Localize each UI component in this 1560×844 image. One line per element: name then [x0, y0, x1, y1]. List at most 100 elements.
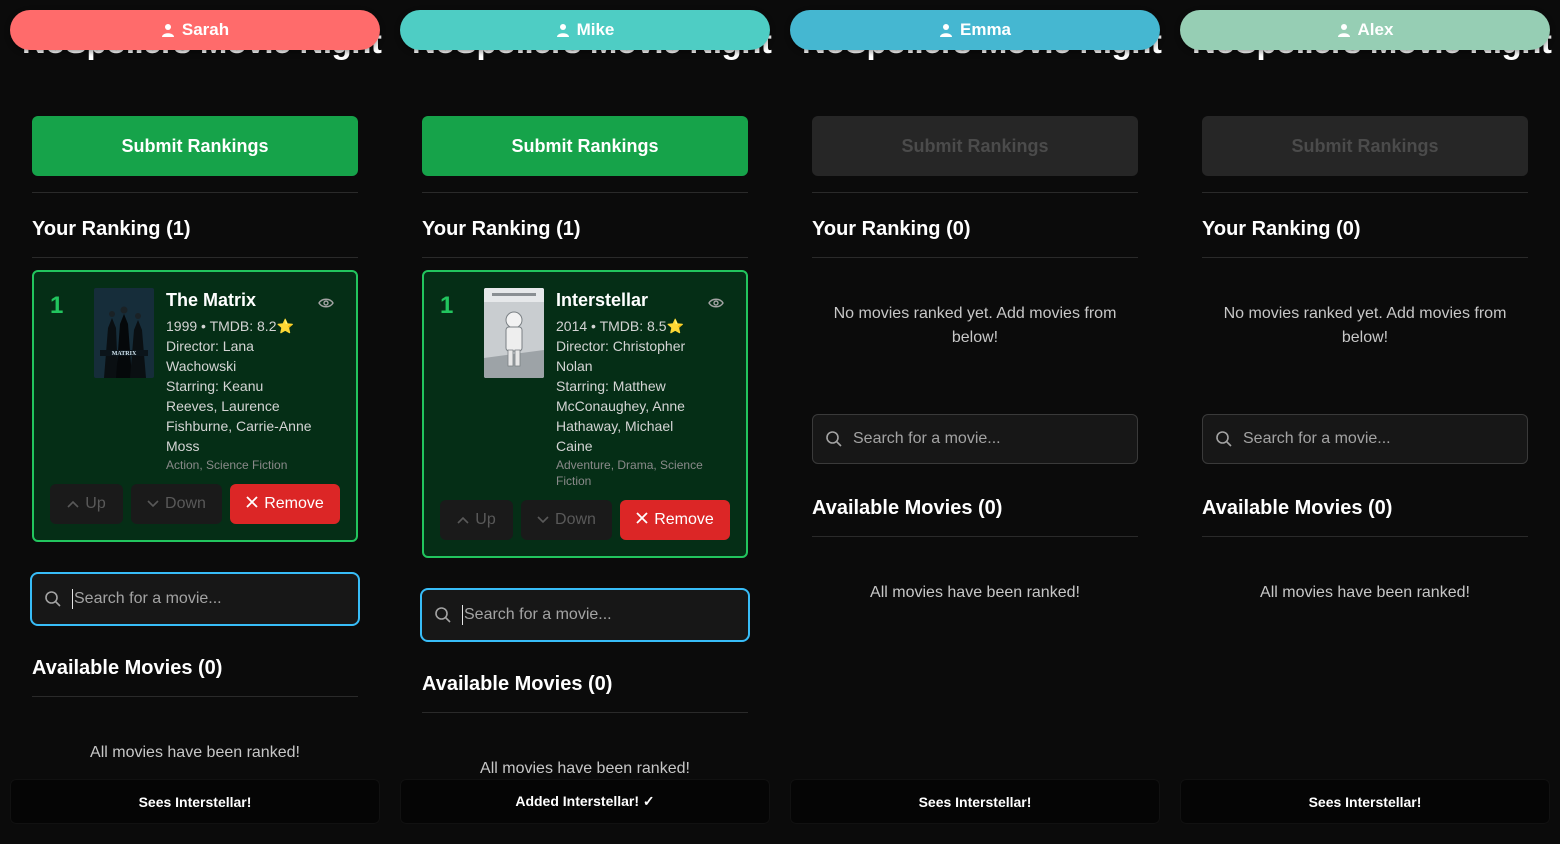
divider: [32, 192, 358, 193]
close-icon: [246, 495, 258, 513]
divider: [1202, 192, 1528, 193]
user-panel-mike: NoSpoilers Movie Night Mike Submit Ranki…: [390, 0, 780, 844]
chevron-up-icon: [457, 511, 469, 529]
submit-rankings-button[interactable]: Submit Rankings: [812, 116, 1138, 176]
remove-button[interactable]: Remove: [620, 500, 730, 540]
user-icon: [556, 23, 570, 37]
move-up-button[interactable]: Up: [440, 500, 513, 540]
toast-notification: Sees Interstellar!: [1180, 779, 1550, 824]
movie-meta: 2014 • TMDB: 8.5⭐: [556, 318, 684, 334]
text-caret: [462, 605, 463, 625]
divider: [812, 257, 1138, 258]
user-panel-alex: NoSpoilers Movie Night Alex Submit Ranki…: [1170, 0, 1560, 844]
user-pill-mike: Mike: [400, 10, 770, 50]
up-label: Up: [85, 495, 106, 512]
available-movies-heading: Available Movies (0): [1202, 497, 1393, 519]
user-icon: [1337, 23, 1351, 37]
remove-label: Remove: [264, 495, 324, 512]
movie-info: 2014 • TMDB: 8.5⭐ Director: Christopher …: [556, 316, 706, 489]
user-panel-emma: NoSpoilers Movie Night Emma Submit Ranki…: [780, 0, 1170, 844]
eye-icon[interactable]: [708, 296, 724, 314]
movie-meta: 1999 • TMDB: 8.2⭐: [166, 318, 294, 334]
move-down-button[interactable]: Down: [521, 500, 612, 540]
your-ranking-heading: Your Ranking (1): [422, 218, 581, 240]
movie-title: Interstellar: [556, 290, 649, 310]
user-icon: [939, 23, 953, 37]
empty-ranking-message: No movies ranked yet. Add movies from be…: [1223, 305, 1507, 346]
movie-director: Director: Christopher Nolan: [556, 338, 686, 374]
movie-starring: Starring: Keanu Reeves, Laurence Fishbur…: [166, 378, 312, 454]
divider: [422, 712, 748, 713]
chevron-up-icon: [67, 495, 79, 513]
close-icon: [636, 511, 648, 529]
user-name: Mike: [576, 20, 615, 39]
empty-ranking-message: No movies ranked yet. Add movies from be…: [833, 305, 1117, 346]
user-pill-emma: Emma: [790, 10, 1160, 50]
search-icon: [434, 606, 452, 624]
search-icon: [825, 430, 843, 448]
svg-text:MATRIX: MATRIX: [112, 351, 137, 357]
toast-notification: Sees Interstellar!: [790, 779, 1160, 824]
search-placeholder: Search for a movie...: [464, 606, 612, 623]
movie-poster: MATRIX: [94, 288, 154, 378]
search-placeholder: Search for a movie...: [1243, 430, 1391, 447]
divider: [422, 257, 748, 258]
user-icon: [161, 23, 175, 37]
submit-rankings-button[interactable]: Submit Rankings: [422, 116, 748, 176]
movie-search-input[interactable]: Search for a movie...: [30, 572, 360, 626]
ranked-movie-card: 1 MATRIX The Matrix 1999 • TMDB: 8.2⭐ Di…: [32, 270, 358, 542]
user-pill-alex: Alex: [1180, 10, 1550, 50]
user-panel-sarah: NoSpoilers Movie Night Sarah Submit Rank…: [0, 0, 390, 844]
rank-controls: Up Down Remove: [50, 484, 340, 524]
toast-notification: Sees Interstellar!: [10, 779, 380, 824]
search-icon: [44, 590, 62, 608]
move-up-button[interactable]: Up: [50, 484, 123, 524]
rank-number: 1: [440, 292, 454, 319]
user-name: Emma: [959, 20, 1012, 39]
movie-genres: Action, Science Fiction: [166, 458, 288, 472]
up-label: Up: [475, 511, 496, 528]
down-label: Down: [555, 511, 596, 528]
available-empty-message: All movies have been ranked!: [480, 760, 690, 777]
movie-search-input[interactable]: Search for a movie...: [420, 588, 750, 642]
search-placeholder: Search for a movie...: [74, 590, 222, 607]
movie-title: The Matrix: [166, 290, 257, 310]
submit-rankings-button[interactable]: Submit Rankings: [1202, 116, 1528, 176]
available-empty-message: All movies have been ranked!: [1260, 584, 1470, 601]
remove-button[interactable]: Remove: [230, 484, 340, 524]
available-movies-heading: Available Movies (0): [422, 673, 613, 695]
divider: [812, 192, 1138, 193]
movie-search-input[interactable]: Search for a movie...: [812, 414, 1138, 464]
move-down-button[interactable]: Down: [131, 484, 222, 524]
your-ranking-heading: Your Ranking (0): [812, 218, 971, 240]
movie-genres: Adventure, Drama, Science Fiction: [556, 458, 703, 488]
submit-rankings-button[interactable]: Submit Rankings: [32, 116, 358, 176]
rank-controls: Up Down Remove: [440, 500, 730, 540]
available-empty-message: All movies have been ranked!: [870, 584, 1080, 601]
ranked-movie-card: 1 Interstellar 2014 • TMDB: 8.5⭐ Directo…: [422, 270, 748, 558]
your-ranking-heading: Your Ranking (1): [32, 218, 191, 240]
text-caret: [72, 589, 73, 609]
rank-number: 1: [50, 292, 64, 319]
user-pill-sarah: Sarah: [10, 10, 380, 50]
toast-notification: Added Interstellar! ✓: [400, 779, 770, 824]
user-name: Sarah: [181, 20, 230, 39]
search-icon: [1215, 430, 1233, 448]
movie-search-input[interactable]: Search for a movie...: [1202, 414, 1528, 464]
movie-director: Director: Lana Wachowski: [166, 338, 254, 374]
movie-poster: [484, 288, 544, 378]
movie-starring: Starring: Matthew McConaughey, Anne Hath…: [556, 378, 685, 454]
movie-info: 1999 • TMDB: 8.2⭐ Director: Lana Wachows…: [166, 316, 316, 473]
divider: [422, 192, 748, 193]
divider: [32, 257, 358, 258]
available-movies-heading: Available Movies (0): [812, 497, 1003, 519]
divider: [32, 696, 358, 697]
available-movies-heading: Available Movies (0): [32, 657, 223, 679]
eye-icon[interactable]: [318, 296, 334, 314]
divider: [812, 536, 1138, 537]
search-placeholder: Search for a movie...: [853, 430, 1001, 447]
your-ranking-heading: Your Ranking (0): [1202, 218, 1361, 240]
user-name: Alex: [1357, 20, 1394, 39]
down-label: Down: [165, 495, 206, 512]
available-empty-message: All movies have been ranked!: [90, 744, 300, 761]
